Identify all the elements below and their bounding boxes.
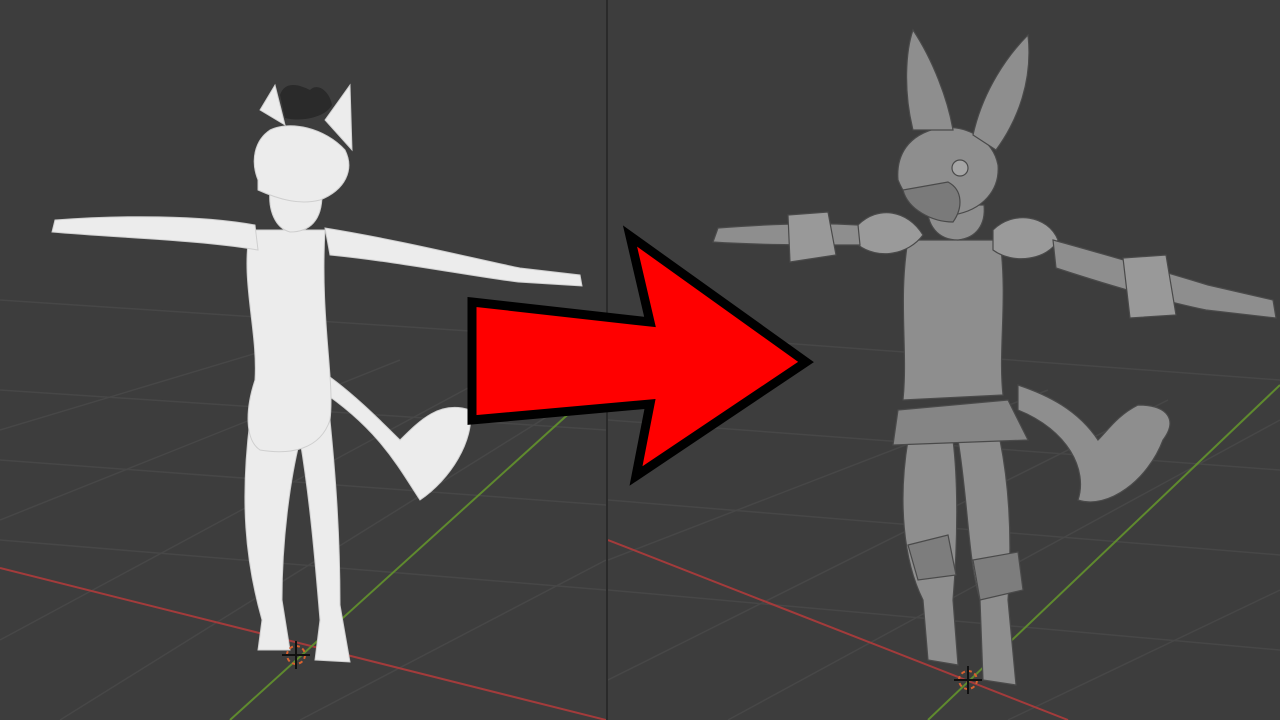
viewport-before[interactable] [0,0,606,720]
3d-cursor-icon[interactable] [954,666,982,694]
model-before[interactable] [51,83,583,663]
viewport-after[interactable] [608,0,1280,720]
viewport-after-scene [608,28,1280,720]
thumbnail-canvas [0,0,1280,720]
model-after[interactable] [712,28,1277,686]
viewport-before-scene [0,83,606,720]
x-axis-line [0,567,606,720]
model-before-hair [280,85,332,120]
